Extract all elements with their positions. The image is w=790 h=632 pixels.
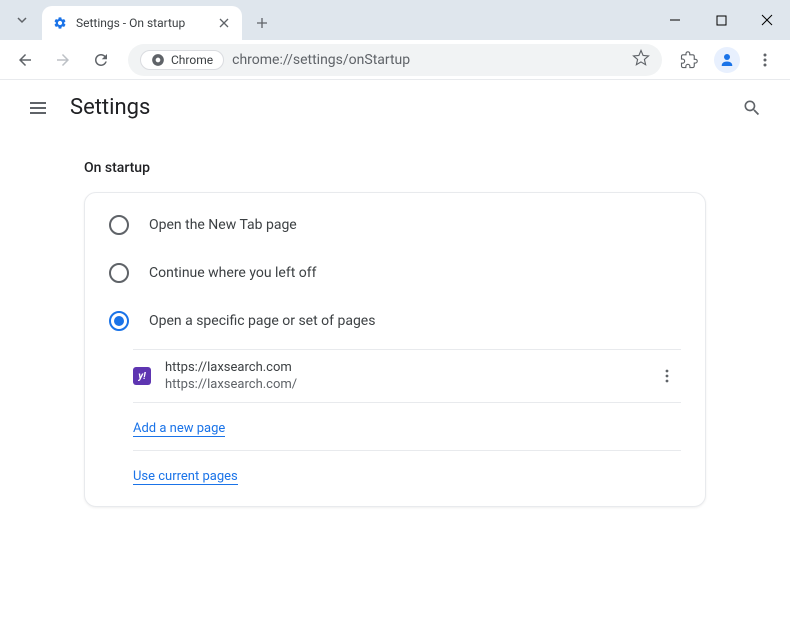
- site-chip[interactable]: Chrome: [140, 50, 224, 70]
- close-icon: [761, 14, 773, 26]
- radio-label: Continue where you left off: [149, 265, 317, 281]
- page-url: https://laxsearch.com/: [165, 377, 639, 392]
- kebab-icon: [659, 368, 675, 384]
- url-text: chrome://settings/onStartup: [232, 52, 624, 68]
- maximize-icon: [716, 15, 727, 26]
- close-icon: [219, 18, 229, 28]
- tab-close-button[interactable]: [216, 15, 232, 31]
- window-controls: [652, 0, 790, 40]
- page-title: Settings: [70, 95, 150, 120]
- startup-card: Open the New Tab page Continue where you…: [84, 192, 706, 507]
- page-info: https://laxsearch.com https://laxsearch.…: [165, 360, 639, 392]
- radio-specific-page[interactable]: Open a specific page or set of pages: [85, 297, 705, 345]
- profile-button[interactable]: [710, 43, 744, 77]
- add-page-link[interactable]: Add a new page: [133, 421, 225, 437]
- settings-menu-button[interactable]: [20, 90, 56, 126]
- extensions-button[interactable]: [672, 43, 706, 77]
- use-current-link[interactable]: Use current pages: [133, 469, 238, 485]
- avatar-icon: [714, 47, 740, 73]
- browser-tab[interactable]: Settings - On startup: [42, 6, 242, 40]
- arrow-left-icon: [16, 51, 34, 69]
- radio-label: Open a specific page or set of pages: [149, 313, 375, 329]
- page-name: https://laxsearch.com: [165, 360, 639, 375]
- section-title: On startup: [84, 160, 706, 176]
- address-bar[interactable]: Chrome chrome://settings/onStartup: [128, 44, 662, 76]
- new-tab-button[interactable]: [248, 9, 276, 37]
- reload-icon: [92, 51, 110, 69]
- search-icon: [742, 98, 762, 118]
- startup-page-row: y! https://laxsearch.com https://laxsear…: [133, 350, 681, 403]
- radio-icon: [109, 263, 129, 283]
- settings-header: Settings: [0, 80, 790, 136]
- settings-content: On startup Open the New Tab page Continu…: [0, 136, 790, 527]
- radio-icon: [109, 311, 129, 331]
- minimize-icon: [669, 14, 681, 26]
- page-favicon-icon: y!: [133, 367, 151, 385]
- maximize-button[interactable]: [698, 0, 744, 40]
- startup-pages-list: y! https://laxsearch.com https://laxsear…: [133, 349, 681, 498]
- kebab-icon: [757, 52, 773, 68]
- radio-open-new-tab[interactable]: Open the New Tab page: [85, 201, 705, 249]
- close-window-button[interactable]: [744, 0, 790, 40]
- plus-icon: [256, 17, 268, 29]
- site-chip-label: Chrome: [171, 53, 213, 67]
- forward-button[interactable]: [46, 43, 80, 77]
- arrow-right-icon: [54, 51, 72, 69]
- browser-toolbar: Chrome chrome://settings/onStartup: [0, 40, 790, 80]
- page-actions-button[interactable]: [653, 362, 681, 390]
- radio-label: Open the New Tab page: [149, 217, 297, 233]
- puzzle-icon: [680, 51, 698, 69]
- add-page-row: Add a new page: [133, 403, 681, 451]
- chrome-icon: [151, 53, 165, 67]
- star-icon: [632, 49, 650, 67]
- hamburger-icon: [28, 98, 48, 118]
- minimize-button[interactable]: [652, 0, 698, 40]
- reload-button[interactable]: [84, 43, 118, 77]
- tab-favicon-gear-icon: [52, 15, 68, 31]
- bookmark-button[interactable]: [632, 49, 650, 71]
- use-current-row: Use current pages: [133, 451, 681, 498]
- tab-search-dropdown[interactable]: [8, 6, 36, 34]
- settings-search-button[interactable]: [734, 90, 770, 126]
- chrome-menu-button[interactable]: [748, 43, 782, 77]
- radio-icon: [109, 215, 129, 235]
- radio-continue[interactable]: Continue where you left off: [85, 249, 705, 297]
- back-button[interactable]: [8, 43, 42, 77]
- tab-title: Settings - On startup: [76, 16, 208, 30]
- chevron-down-icon: [16, 14, 28, 26]
- window-titlebar: Settings - On startup: [0, 0, 790, 40]
